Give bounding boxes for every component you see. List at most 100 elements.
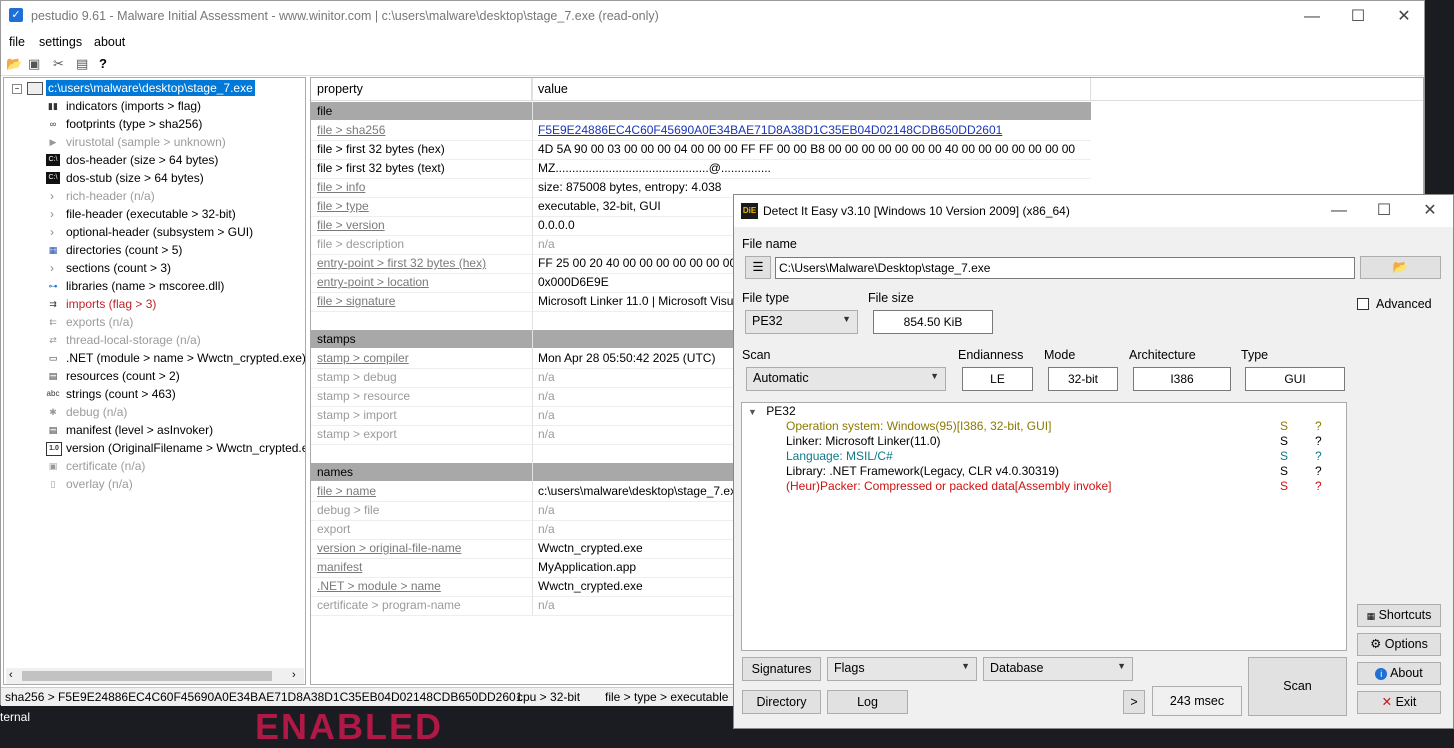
result-info-flag[interactable]: ? bbox=[1315, 434, 1322, 449]
close-button[interactable]: ✕ bbox=[1381, 5, 1427, 29]
table-row[interactable]: file > sha256 F5E9E24886EC4C60F45690A0E34… bbox=[311, 121, 1091, 141]
file-type-select[interactable]: PE32 ▼ bbox=[745, 310, 858, 334]
result-info-flag[interactable]: ? bbox=[1315, 449, 1322, 464]
column-header-value[interactable]: value bbox=[532, 78, 1091, 100]
console-icon: C:\ bbox=[46, 154, 60, 166]
menu-about[interactable]: about bbox=[94, 35, 125, 49]
database-select[interactable]: Database ▼ bbox=[983, 657, 1133, 681]
result-signature-flag[interactable]: S bbox=[1280, 419, 1288, 434]
result-signature-flag[interactable]: S bbox=[1280, 449, 1288, 464]
result-signature-flag[interactable]: S bbox=[1280, 464, 1288, 479]
shortcuts-button[interactable]: ▦ Shortcuts bbox=[1357, 604, 1441, 627]
value-cell: n/a bbox=[538, 503, 555, 517]
value-cell: n/a bbox=[538, 522, 555, 536]
scan-label: Scan bbox=[742, 348, 771, 362]
expand-arrow-icon[interactable]: › bbox=[50, 259, 54, 277]
property-cell: stamp > resource bbox=[317, 389, 411, 403]
tree-item-label: file-header (executable > 32-bit) bbox=[66, 207, 236, 221]
pestudio-title: pestudio 9.61 - Malware Initial Assessme… bbox=[31, 9, 659, 23]
column-header-property[interactable]: property bbox=[311, 78, 532, 100]
property-cell: file > version bbox=[317, 218, 385, 232]
open-folder-icon[interactable]: 📂 bbox=[6, 56, 22, 72]
result-info-flag[interactable]: ? bbox=[1315, 464, 1322, 479]
section-header-file[interactable]: file bbox=[311, 102, 1091, 120]
open-file-button[interactable]: 📂 bbox=[1360, 256, 1441, 279]
save-icon[interactable]: ▣ bbox=[28, 56, 40, 72]
tree-item-label: exports (n/a) bbox=[66, 315, 134, 329]
scan-mode-select[interactable]: Automatic ▼ bbox=[746, 367, 946, 391]
result-item[interactable]: Operation system: Windows(95)[I386, 32-b… bbox=[786, 419, 1051, 434]
property-cell: version > original-file-name bbox=[317, 541, 462, 555]
result-item[interactable]: (Heur)Packer: Compressed or packed data[… bbox=[786, 479, 1111, 494]
scroll-right-icon[interactable]: › bbox=[292, 669, 296, 681]
result-signature-flag[interactable]: S bbox=[1280, 479, 1288, 494]
result-item[interactable]: Language: MSIL/C# bbox=[786, 449, 893, 464]
file-type-value: PE32 bbox=[752, 314, 783, 328]
bug-icon: ✱ bbox=[49, 407, 57, 417]
list-icon[interactable]: ▤ bbox=[76, 56, 88, 72]
tree-item-label: indicators (imports > flag) bbox=[66, 99, 202, 113]
die-maximize-button[interactable]: ☐ bbox=[1361, 199, 1407, 223]
cut-icon[interactable]: ✂ bbox=[53, 56, 64, 72]
table-row[interactable]: file > first 32 bytes (hex) 4D 5A 90 00 0… bbox=[311, 140, 1091, 160]
menu-file[interactable]: file bbox=[9, 35, 25, 49]
exe-icon bbox=[27, 82, 43, 95]
minimize-button[interactable]: — bbox=[1289, 5, 1335, 29]
die-logo-icon: DiE bbox=[741, 203, 758, 219]
about-button[interactable]: i About bbox=[1357, 662, 1441, 685]
file-menu-button[interactable]: ☰ bbox=[745, 256, 771, 279]
options-label: Options bbox=[1384, 637, 1428, 651]
die-titlebar: DiE Detect It Easy v3.10 [Windows 10 Ver… bbox=[734, 195, 1453, 227]
result-item[interactable]: Library: .NET Framework(Legacy, CLR v4.0… bbox=[786, 464, 1059, 479]
menu-settings[interactable]: settings bbox=[39, 35, 82, 49]
expand-arrow-icon[interactable]: › bbox=[50, 223, 54, 241]
file-size-field: 854.50 KiB bbox=[873, 310, 993, 334]
file-name-field[interactable]: C:\Users\Malware\Desktop\stage_7.exe bbox=[775, 257, 1355, 279]
tree-item-label: resources (count > 2) bbox=[66, 369, 180, 383]
dotnet-icon: ▭ bbox=[48, 353, 58, 363]
menu-bar: file settings about bbox=[1, 32, 1424, 53]
scan-button[interactable]: Scan bbox=[1248, 657, 1347, 716]
endianness-field: LE bbox=[962, 367, 1033, 391]
expand-arrow-icon[interactable]: › bbox=[50, 205, 54, 223]
value-cell: Microsoft Linker 11.0 | Microsoft Visual bbox=[538, 294, 743, 308]
result-info-flag[interactable]: ? bbox=[1315, 479, 1322, 494]
log-button[interactable]: Log bbox=[827, 690, 908, 714]
scroll-left-icon[interactable]: ‹ bbox=[9, 669, 13, 681]
tree-item-label: strings (count > 463) bbox=[66, 387, 176, 401]
die-minimize-button[interactable]: — bbox=[1316, 199, 1362, 223]
tls-icon: ⇄ bbox=[49, 335, 57, 345]
file-name-label: File name bbox=[742, 237, 797, 251]
certificate-icon: ▣ bbox=[48, 461, 58, 471]
tree-hscrollbar[interactable]: ‹ › bbox=[6, 668, 304, 684]
value-cell[interactable]: F5E9E24886EC4C60F45690A0E34BAE71D8A38D1C… bbox=[538, 121, 1002, 140]
tree-panel: − c:\users\malware\desktop\stage_7.exe ▮… bbox=[3, 77, 306, 685]
directory-button[interactable]: Directory bbox=[742, 690, 821, 714]
value-cell: Wwctn_crypted.exe bbox=[538, 541, 643, 555]
next-button[interactable]: > bbox=[1123, 690, 1145, 714]
value-cell: c:\users\malware\desktop\stage_7.exe bbox=[538, 484, 743, 498]
table-row[interactable]: file > first 32 bytes (text) MZ..........… bbox=[311, 159, 1091, 179]
advanced-checkbox[interactable] bbox=[1357, 298, 1369, 310]
result-info-flag[interactable]: ? bbox=[1315, 419, 1322, 434]
flags-select[interactable]: Flags ▼ bbox=[827, 657, 977, 681]
scroll-thumb[interactable] bbox=[22, 671, 272, 681]
result-signature-flag[interactable]: S bbox=[1280, 434, 1288, 449]
exit-button[interactable]: ✕ Exit bbox=[1357, 691, 1441, 714]
collapse-icon[interactable]: − bbox=[12, 84, 22, 94]
die-close-button[interactable]: ✕ bbox=[1407, 199, 1453, 223]
expand-arrow-icon[interactable]: › bbox=[50, 187, 54, 205]
property-cell: manifest bbox=[317, 560, 363, 574]
result-item[interactable]: Linker: Microsoft Linker(11.0) bbox=[786, 434, 941, 449]
background-banner: ENABLED bbox=[255, 706, 444, 747]
property-cell: entry-point > location bbox=[317, 275, 429, 289]
signatures-button[interactable]: Signatures bbox=[742, 657, 821, 681]
expand-arrow-icon[interactable]: ▼ bbox=[748, 407, 757, 417]
grid-icon: ▦ bbox=[48, 245, 58, 255]
options-button[interactable]: ⚙ Options bbox=[1357, 633, 1441, 656]
help-icon[interactable]: ? bbox=[99, 56, 107, 71]
value-cell: n/a bbox=[538, 389, 555, 403]
maximize-button[interactable]: ☐ bbox=[1335, 5, 1381, 29]
result-root[interactable]: ▼ PE32 bbox=[748, 404, 796, 419]
console-icon: C:\ bbox=[46, 172, 60, 184]
